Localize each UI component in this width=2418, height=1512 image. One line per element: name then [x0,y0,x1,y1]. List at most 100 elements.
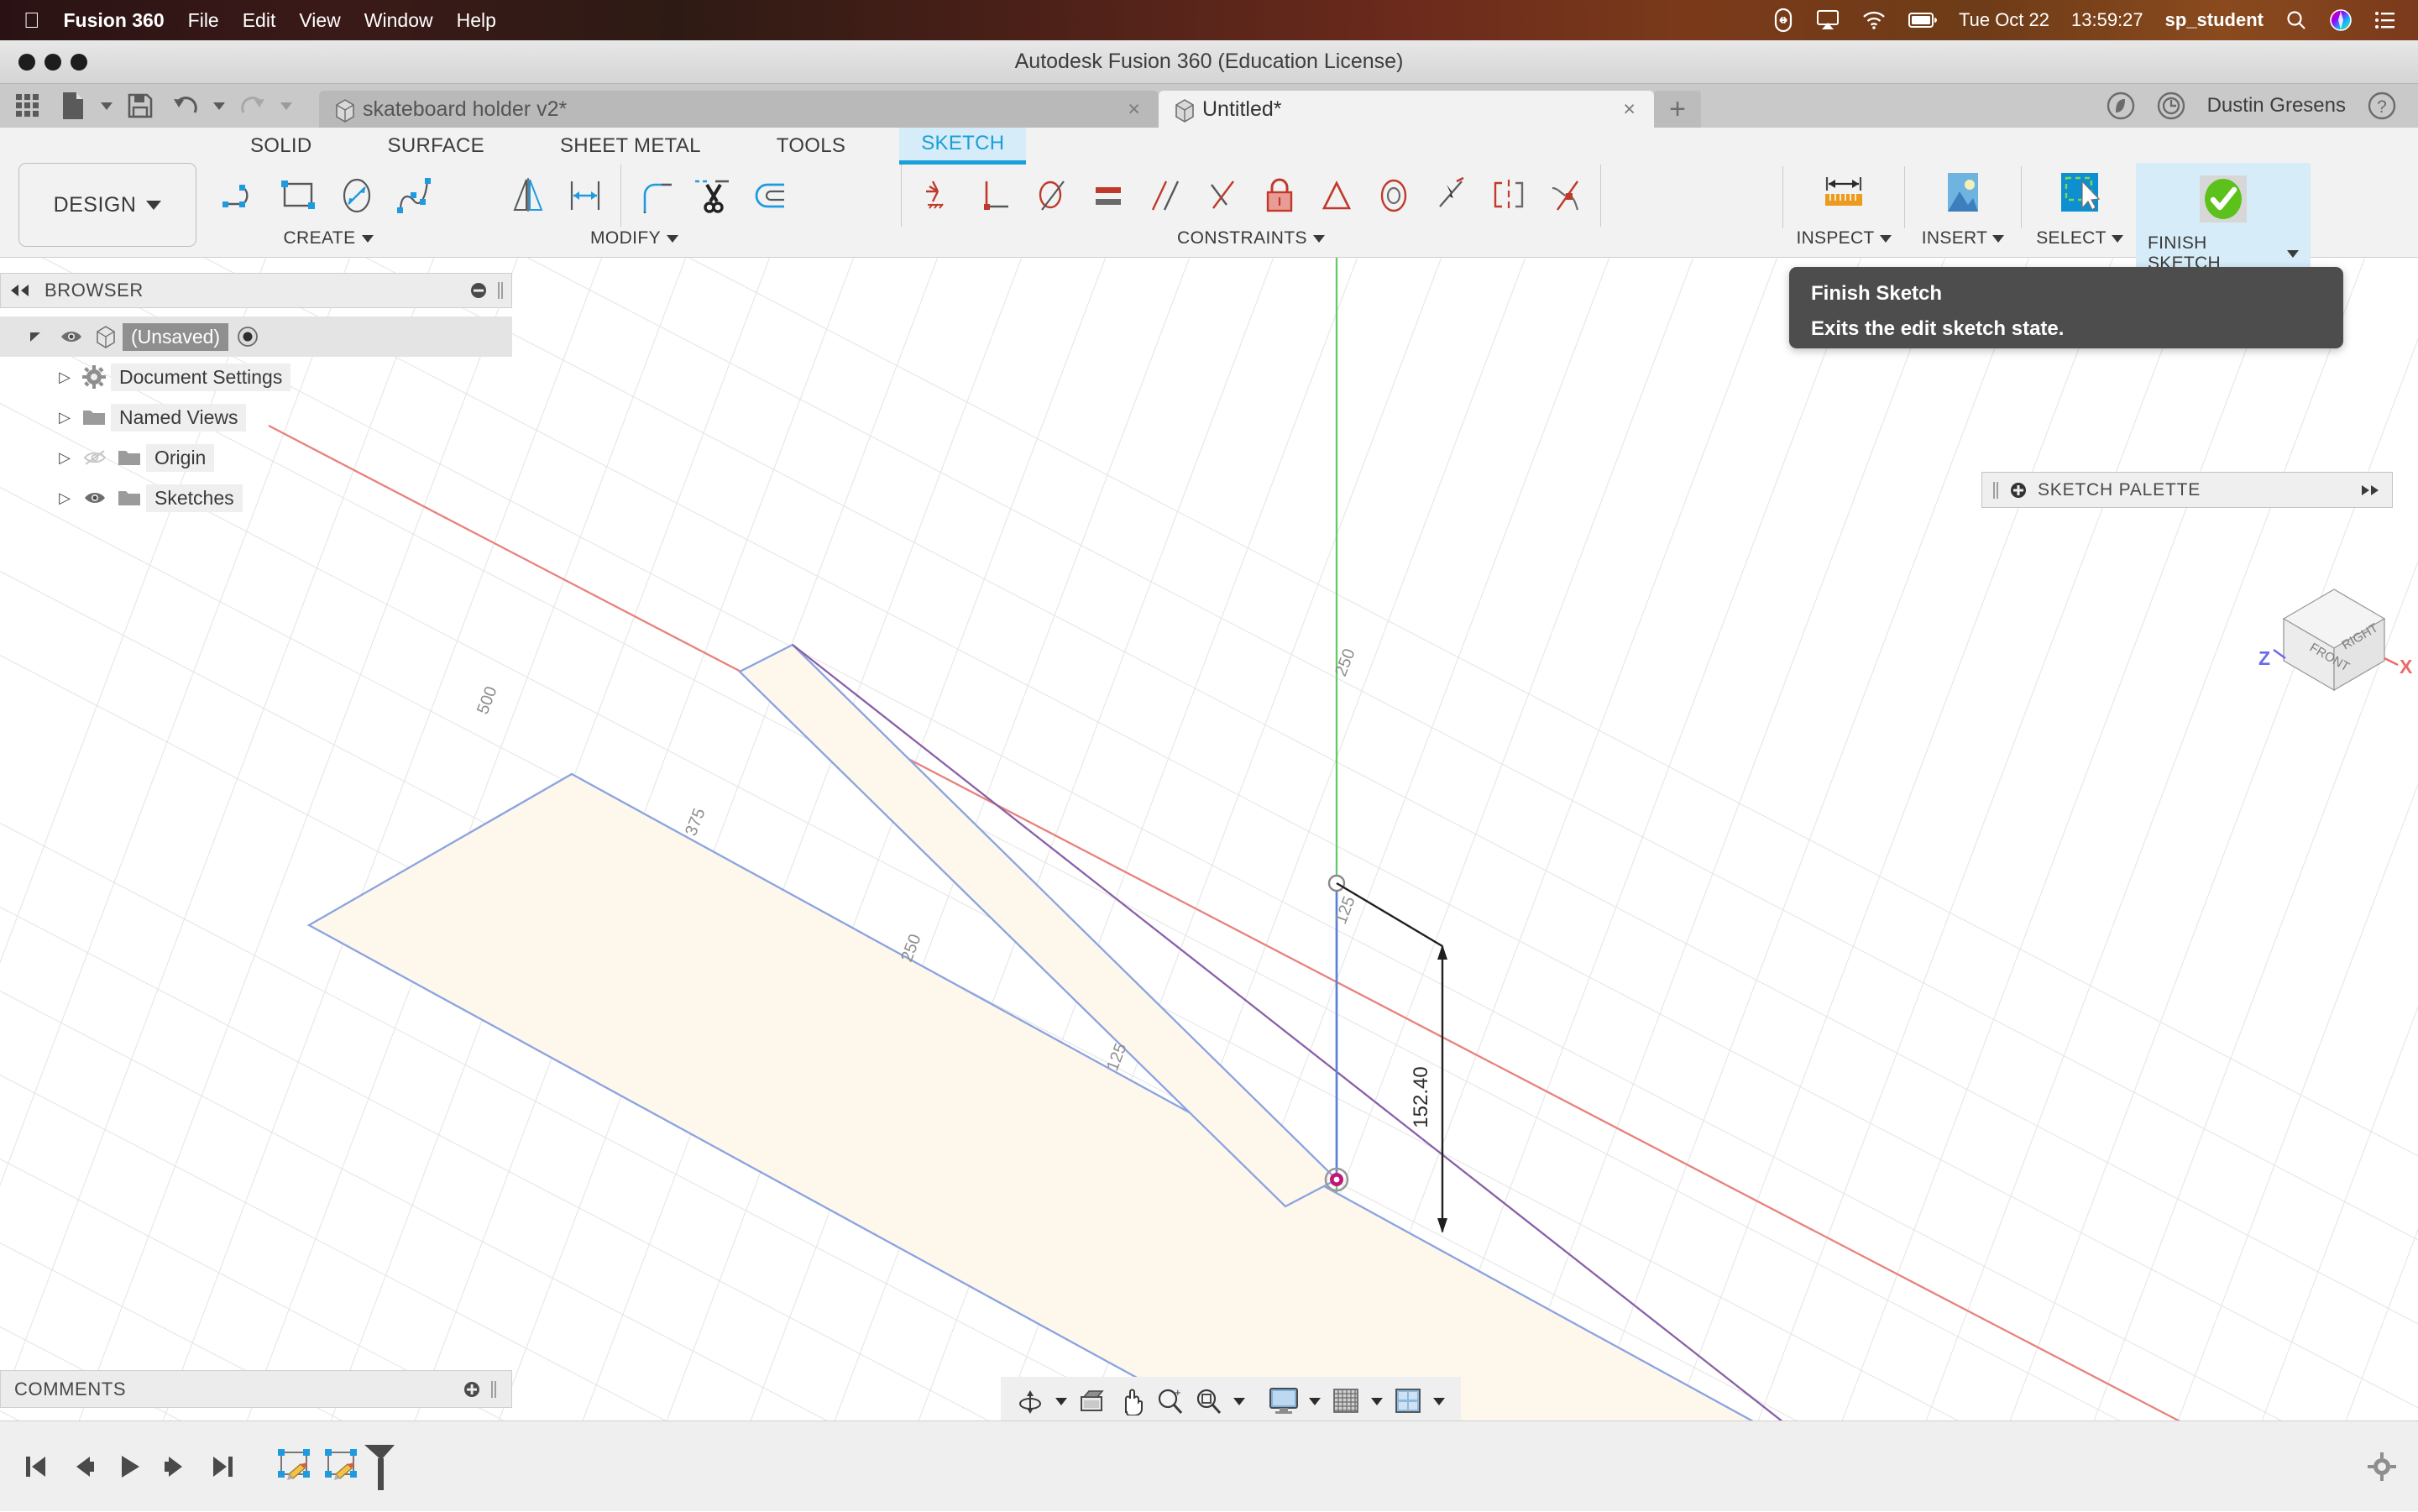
break-icon[interactable] [742,163,799,228]
menu-app-name[interactable]: Fusion 360 [64,9,165,32]
tab-surface[interactable]: SURFACE [366,128,506,163]
activate-component-radio[interactable] [237,326,259,348]
circle-icon[interactable] [328,163,385,228]
visibility-eye-icon[interactable] [77,490,113,505]
horizontal-vertical-icon[interactable] [908,163,966,228]
orbit-dropdown[interactable] [1049,1377,1073,1426]
sketch-palette-bar[interactable]: SKETCH PALETTE [1981,472,2393,508]
browser-item-origin[interactable]: ▷ Origin [0,437,512,478]
step-forward-icon[interactable] [153,1421,200,1512]
tab-sketch[interactable]: SKETCH [899,126,1027,165]
grids-snaps-icon[interactable] [1327,1377,1365,1426]
gear-icon[interactable] [2368,1452,2396,1481]
browser-item-document-settings[interactable]: ▷ Document Settings [0,357,512,397]
save-icon[interactable] [118,84,163,128]
viewports-icon[interactable] [1389,1377,1427,1426]
expand-arrow-icon[interactable] [29,330,54,343]
plus-circle-icon[interactable] [2009,481,2028,500]
search-icon[interactable] [2285,9,2307,31]
bluetooth-icon[interactable] [1772,8,1794,33]
close-tab-icon[interactable]: × [1623,97,1636,122]
equal-icon[interactable] [1080,163,1137,228]
grid-apps-icon[interactable] [5,84,50,128]
undo-dropdown[interactable] [208,84,230,128]
menu-file[interactable]: File [188,9,219,32]
offset-icon[interactable] [557,163,614,228]
tangent-icon[interactable] [1023,163,1080,228]
viewports-dropdown[interactable] [1427,1377,1451,1426]
expand-arrow-icon[interactable]: ▷ [52,369,77,386]
tab-tools[interactable]: TOOLS [755,128,867,163]
inspect-button[interactable]: INSPECT [1790,163,1897,249]
panel-resize-handle[interactable] [496,280,505,301]
pan-icon[interactable] [1112,1377,1150,1426]
expand-arrow-icon[interactable]: ▷ [52,449,77,467]
rectangle-icon[interactable] [271,163,328,228]
spline-icon[interactable] [385,163,442,228]
visibility-eye-icon[interactable] [54,329,89,344]
panel-resize-handle[interactable] [489,1379,498,1400]
palette-drag-handle[interactable] [1992,481,1999,500]
expand-arrow-icon[interactable]: ▷ [52,489,77,507]
document-tab-skateboard-holder[interactable]: skateboard holder v2* × [319,91,1159,128]
undo-icon[interactable] [163,84,208,128]
help-icon[interactable]: ? [2368,92,2396,120]
redo-icon[interactable] [230,84,275,128]
step-back-icon[interactable] [59,1421,106,1512]
workspace-switcher-button[interactable]: DESIGN [18,163,196,247]
tab-sheet-metal[interactable]: SHEET METAL [538,128,723,163]
midpoint-icon[interactable] [1308,163,1365,228]
double-arrow-right-icon[interactable] [2360,484,2382,497]
zoom-dropdown[interactable] [1227,1377,1251,1426]
visibility-eye-off-icon[interactable] [77,449,113,466]
select-button[interactable]: SELECT [2028,163,2131,249]
browser-item-named-views[interactable]: ▷ Named Views [0,397,512,437]
look-at-icon[interactable] [1073,1377,1112,1426]
comments-panel[interactable]: COMMENTS [0,1370,512,1408]
display-dropdown[interactable] [1303,1377,1327,1426]
collinear-icon[interactable] [1422,163,1479,228]
perpendicular-icon[interactable] [966,163,1023,228]
menu-edit[interactable]: Edit [243,9,276,32]
trim-icon[interactable] [685,163,742,228]
extension-icon[interactable] [2107,92,2135,120]
browser-item-unsaved[interactable]: (Unsaved) [0,317,512,357]
zoom-icon[interactable]: + [1150,1377,1189,1426]
orbit-icon[interactable] [1011,1377,1049,1426]
account-name[interactable]: Dustin Gresens [2207,94,2346,118]
coincident-icon[interactable] [1194,163,1251,228]
sketch-node-1[interactable] [272,1442,319,1491]
curvature-icon[interactable] [1536,163,1594,228]
go-to-beginning-icon[interactable] [12,1421,59,1512]
grids-dropdown[interactable] [1365,1377,1389,1426]
minus-circle-icon[interactable] [469,281,488,300]
plus-circle-icon[interactable] [463,1380,481,1399]
menu-username[interactable]: sp_student [2165,9,2264,31]
menu-help[interactable]: Help [457,9,496,32]
finish-sketch-button[interactable]: FINISH SKETCH [2136,163,2311,280]
tab-solid[interactable]: SOLID [228,128,334,163]
battery-icon[interactable] [1908,12,1937,29]
expand-arrow-icon[interactable]: ▷ [52,409,77,426]
insert-button[interactable]: INSERT [1912,163,2014,249]
new-document-dropdown[interactable] [96,84,118,128]
new-tab-button[interactable]: + [1654,91,1701,128]
symmetry-icon[interactable] [1479,163,1536,228]
job-status-icon[interactable] [2157,92,2185,120]
airplay-icon[interactable] [1816,9,1840,31]
browser-item-sketches[interactable]: ▷ Sketches [0,478,512,518]
wifi-icon[interactable] [1861,10,1887,30]
new-document-icon[interactable] [50,84,96,128]
modify-group-label[interactable]: MODIFY [590,228,679,249]
menu-view[interactable]: View [299,9,340,32]
view-cube[interactable]: FRONT RIGHT Z X [2233,573,2418,719]
timeline-marker[interactable] [359,1441,400,1492]
fillet-icon[interactable] [628,163,685,228]
concentric-icon[interactable] [1365,163,1422,228]
close-tab-icon[interactable]: × [1128,97,1140,122]
create-group-label[interactable]: CREATE [283,228,374,249]
go-to-end-icon[interactable] [200,1421,247,1512]
collapse-left-icon[interactable] [8,283,33,298]
mirror-icon[interactable] [500,163,557,228]
control-center-icon[interactable] [2374,11,2396,29]
